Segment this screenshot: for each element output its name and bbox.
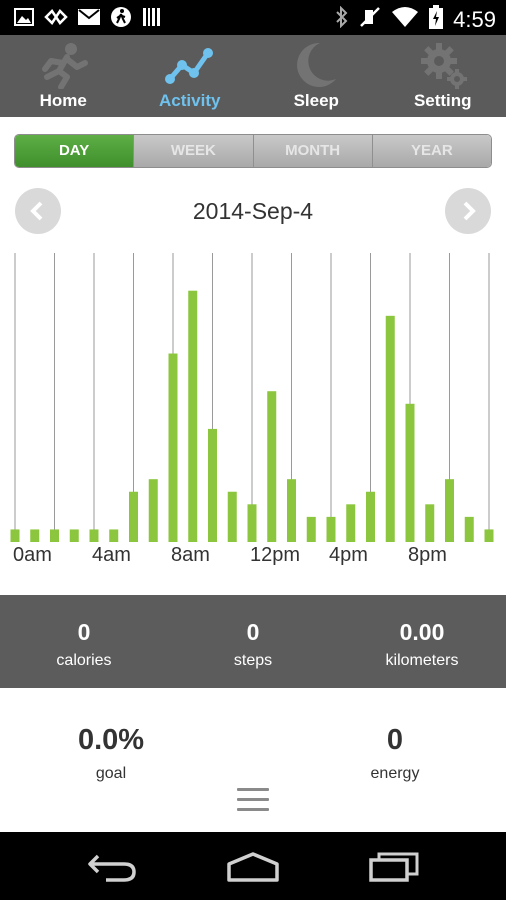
bar-hour-6	[129, 491, 138, 542]
x-tick-label: 8pm	[408, 544, 447, 566]
goal-value: 0.0%	[77, 724, 145, 756]
status-bar: 4:59	[0, 0, 506, 35]
top-nav: Home Activity Sleep Setting	[0, 35, 506, 117]
wifi-icon	[391, 6, 419, 33]
previous-day-button[interactable]	[15, 188, 61, 234]
bar-hour-15	[306, 516, 316, 542]
image-icon	[14, 8, 34, 31]
summary-panel: 0.0% goal 0 energy	[0, 688, 506, 832]
calories-label: calories	[56, 652, 112, 669]
bluetooth-icon	[335, 5, 349, 33]
steps-value: 0	[246, 619, 260, 645]
tab-sleep[interactable]: Sleep	[253, 35, 380, 117]
bar-hour-17	[346, 504, 356, 542]
tab-sleep-label: Sleep	[293, 91, 339, 110]
bar-hour-18	[366, 491, 375, 542]
bar-hour-2	[50, 529, 59, 542]
bar-hour-8	[168, 353, 178, 542]
period-month[interactable]: MONTH	[252, 135, 372, 167]
tab-home[interactable]: Home	[0, 35, 127, 117]
bar-hour-14	[287, 479, 296, 542]
mail-icon	[78, 9, 100, 30]
mute-icon	[359, 6, 381, 33]
chevron-right-icon	[463, 201, 476, 221]
period-week[interactable]: WEEK	[133, 135, 253, 167]
bar-hour-24	[484, 529, 494, 542]
running-man-icon	[42, 43, 89, 89]
home-icon[interactable]	[226, 850, 280, 884]
usb-icon	[44, 8, 68, 31]
period-day[interactable]: DAY	[15, 135, 134, 167]
date-label: 2014-Sep-4	[192, 198, 314, 224]
energy-label: energy	[370, 765, 420, 782]
system-icons: 4:59	[335, 5, 496, 34]
bar-hour-9	[188, 290, 198, 542]
x-tick-label: 4pm	[329, 544, 368, 566]
bar-hour-19	[385, 315, 395, 542]
tab-setting-label: Setting	[413, 91, 472, 110]
period-year[interactable]: YEAR	[371, 135, 491, 167]
activity-graph-icon	[164, 48, 213, 84]
calories-value: 0	[77, 619, 91, 645]
gear-icon	[420, 43, 467, 89]
x-tick-label: 0am	[13, 544, 52, 566]
bar-hour-13	[267, 391, 277, 542]
bar-hour-5	[109, 529, 119, 542]
bar-hour-16	[326, 516, 336, 542]
bar-hour-22	[445, 479, 454, 542]
tab-home-label: Home	[39, 91, 87, 110]
system-nav-bar	[0, 832, 506, 900]
menu-handle-icon[interactable]	[237, 788, 269, 814]
steps-stat: 0 steps	[169, 595, 337, 671]
bar-hour-12	[247, 504, 257, 542]
goal-stat: 0.0% goal	[11, 688, 211, 784]
notification-icons	[14, 6, 162, 33]
kilometers-stat: 0.00 kilometers	[338, 595, 506, 671]
bar-hour-0	[10, 529, 20, 542]
energy-stat: 0 energy	[295, 688, 495, 784]
bar-hour-21	[425, 504, 435, 542]
tab-activity-label: Activity	[159, 91, 221, 110]
tab-setting[interactable]: Setting	[380, 35, 506, 117]
energy-value: 0	[386, 724, 404, 756]
bar-hour-7	[148, 479, 158, 542]
kilometers-value: 0.00	[399, 619, 445, 645]
bar-hour-3	[69, 529, 79, 542]
bar-hour-11	[227, 491, 237, 542]
back-icon[interactable]	[86, 850, 138, 884]
bar-hour-1	[30, 529, 40, 542]
bar-hour-20	[405, 403, 415, 542]
x-tick-label: 4am	[92, 544, 131, 566]
steps-label: steps	[233, 652, 273, 669]
stats-panel: 0 calories 0 steps 0.00 kilometers	[0, 595, 506, 688]
barcode-icon	[142, 7, 162, 32]
clock: 4:59	[453, 6, 496, 32]
bar-hour-23	[464, 516, 474, 542]
bar-hour-10	[208, 428, 217, 542]
goal-label: goal	[95, 765, 127, 782]
x-tick-label: 12pm	[250, 544, 300, 566]
moon-icon	[297, 42, 337, 87]
tab-activity[interactable]: Activity	[127, 35, 254, 117]
calories-stat: 0 calories	[0, 595, 168, 671]
next-day-button[interactable]	[445, 188, 491, 234]
recents-icon[interactable]	[368, 850, 420, 884]
period-selector: DAY WEEK MONTH YEAR	[14, 134, 492, 168]
chevron-left-icon	[30, 201, 43, 221]
activity-chart: 0am 4am 8am 12pm 4pm 8pm	[10, 253, 494, 566]
bar-hour-4	[89, 529, 99, 542]
x-tick-label: 8am	[171, 544, 210, 566]
battery-icon	[429, 5, 444, 34]
walking-icon	[110, 6, 132, 33]
kilometers-label: kilometers	[385, 652, 459, 669]
